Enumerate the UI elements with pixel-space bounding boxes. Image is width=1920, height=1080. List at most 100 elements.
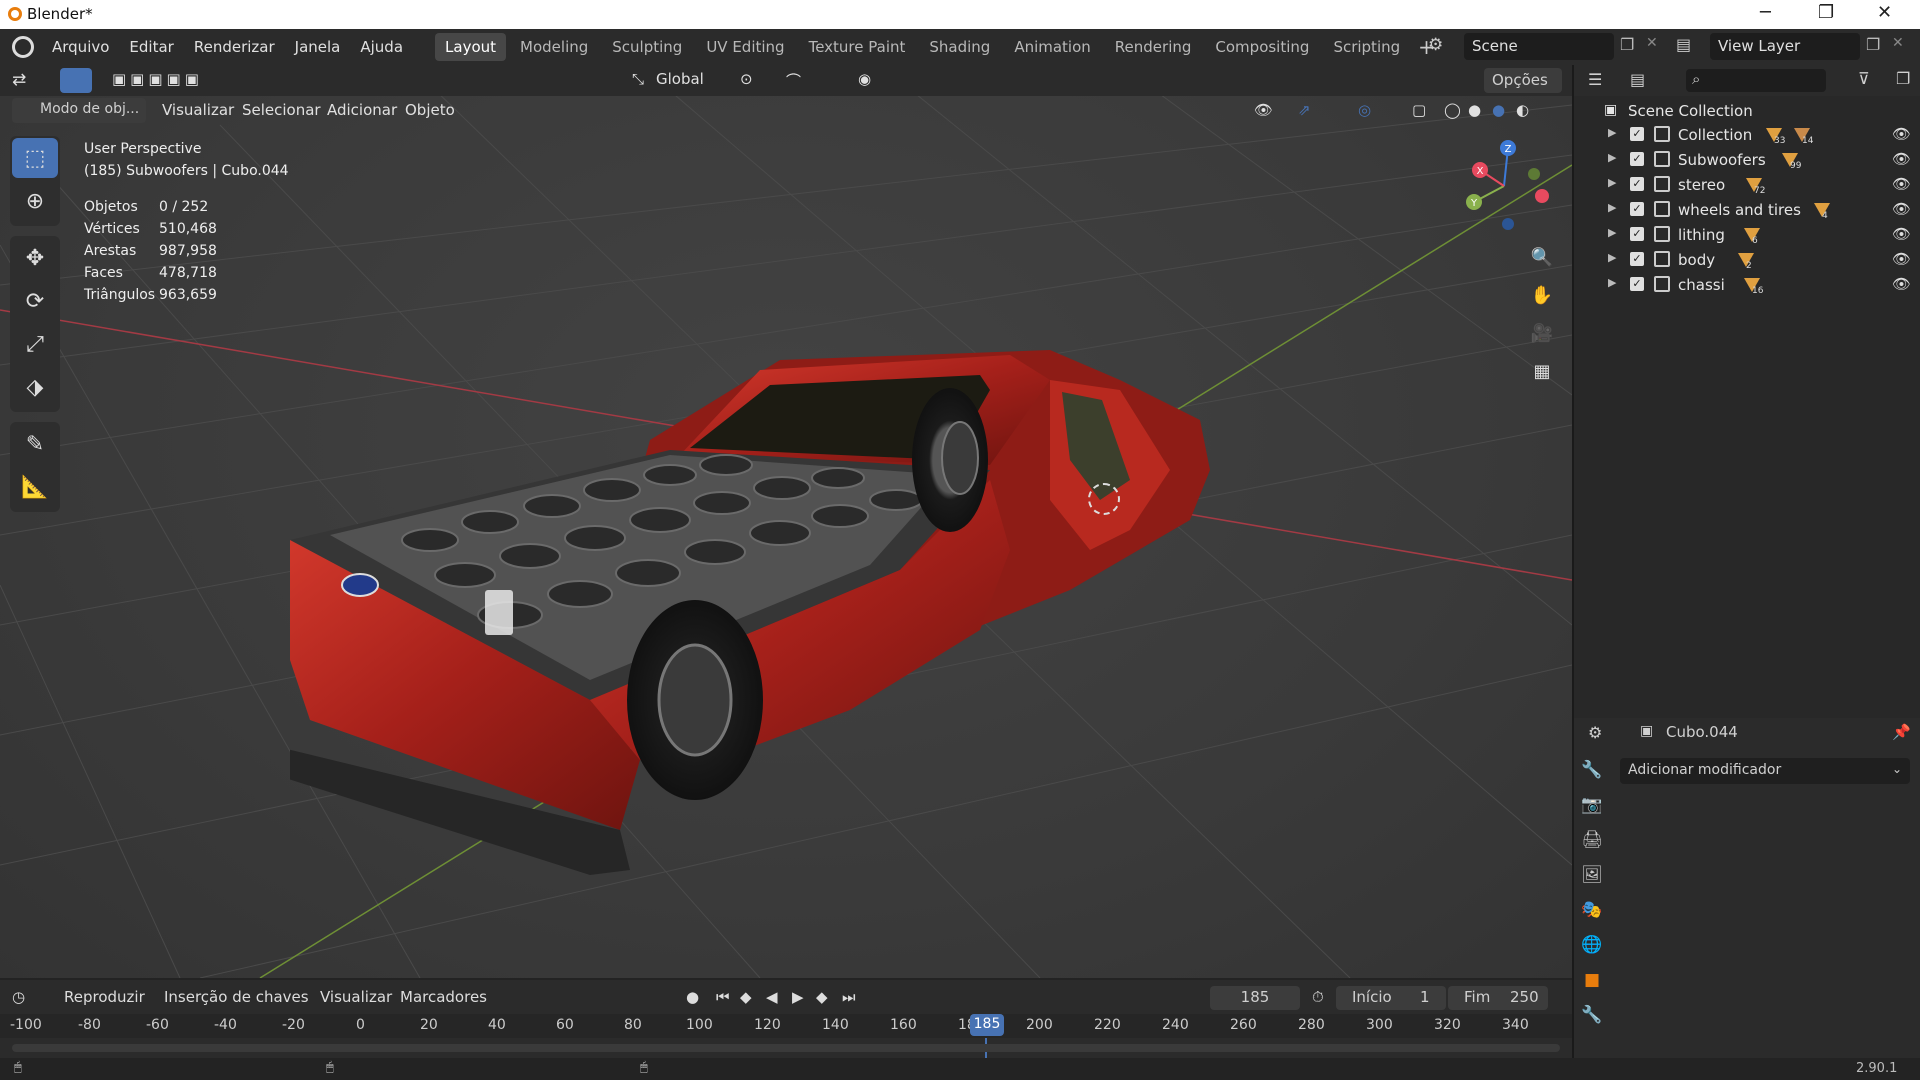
prev-keyframe-icon[interactable]: ◆ [740,988,752,1006]
pin-icon[interactable]: 📌 [1892,723,1911,741]
menu-adicionar[interactable]: Adicionar [327,101,397,119]
outliner-item-collection[interactable]: ▶ ✓ Collection 33 14 👁 [1574,124,1920,148]
tab-shading[interactable]: Shading [919,33,1000,61]
new-scene-icon[interactable]: ❐ [1620,35,1634,54]
collection-checkbox[interactable]: ✓ [1630,177,1644,191]
outliner-item-wheels-and-tires[interactable]: ▶ ✓ wheels and tires 4 👁 [1574,199,1920,223]
menu-reproduzir[interactable]: Reproduzir [64,988,145,1006]
visibility-eye-icon[interactable]: 👁 [1892,250,1911,268]
outliner-item-subwoofers[interactable]: ▶ ✓ Subwoofers 99 👁 [1574,149,1920,173]
preview-range-icon[interactable]: ⏱ [1312,988,1324,1006]
rendered-shading-icon[interactable]: ◐ [1516,101,1529,119]
menu-objeto[interactable]: Objeto [405,101,455,119]
camera-view-icon[interactable]: 🎥 [1525,316,1559,350]
menu-janela[interactable]: Janela [285,38,351,56]
visibility-eye-icon[interactable]: 👁 [1892,125,1911,143]
measure-tool-icon[interactable]: 📐 [12,467,58,507]
add-modifier-dropdown[interactable]: Adicionar modificador ⌄ [1620,758,1910,784]
output-settings-icon[interactable]: 🖨 [1577,825,1607,855]
select-box-tool-button[interactable] [60,68,92,93]
visibility-eye-icon[interactable]: 👁 [1892,175,1911,193]
jump-end-icon[interactable]: ⏭ [842,988,856,1006]
annotate-tool-icon[interactable]: ✎ [12,424,58,464]
scene-collection-row[interactable]: ▣ Scene Collection [1574,100,1920,124]
xray-icon[interactable]: ▢ [1412,101,1426,119]
outliner-item-chassi[interactable]: ▶ ✓ chassi 16 👁 [1574,274,1920,298]
select-tool-icon[interactable]: ⬚ [12,138,58,178]
visibility-icon[interactable]: 👁 [1254,101,1273,119]
editor-type-icon[interactable]: ⇄ [12,70,26,90]
new-collection-icon[interactable]: ❐ [1896,69,1910,88]
expand-arrow-icon[interactable]: ▶ [1608,176,1616,189]
tab-sculpting[interactable]: Sculpting [602,33,692,61]
tab-rendering[interactable]: Rendering [1105,33,1202,61]
collection-checkbox[interactable]: ✓ [1630,152,1644,166]
outliner-item-lithing[interactable]: ▶ ✓ lithing 6 👁 [1574,224,1920,248]
pan-hand-icon[interactable]: ✋ [1525,278,1559,312]
expand-arrow-icon[interactable]: ▶ [1608,226,1616,239]
expand-arrow-icon[interactable]: ▶ [1608,276,1616,289]
menu-visualizar-timeline[interactable]: Visualizar [320,988,392,1006]
blender-menu-icon[interactable] [12,36,34,58]
visibility-eye-icon[interactable]: 👁 [1892,150,1911,168]
proportional-edit-icon[interactable]: ◉ [858,70,871,88]
play-reverse-icon[interactable]: ◀ [766,988,778,1006]
menu-marcadores[interactable]: Marcadores [400,988,487,1006]
collection-checkbox[interactable]: ✓ [1630,277,1644,291]
tab-modeling[interactable]: Modeling [510,33,598,61]
transform-tool-icon[interactable]: ⬗ [12,367,58,407]
render-settings-icon[interactable]: 📷 [1577,790,1607,820]
tool-settings-icon[interactable]: 🔧 [1577,755,1607,785]
menu-visualizar[interactable]: Visualizar [162,101,234,119]
snap-icon[interactable]: ⌒ [786,70,801,91]
visibility-eye-icon[interactable]: 👁 [1892,275,1911,293]
properties-editor-icon[interactable]: ⚙ [1588,723,1602,742]
next-keyframe-icon[interactable]: ◆ [816,988,828,1006]
menu-renderizar[interactable]: Renderizar [184,38,285,56]
menu-ajuda[interactable]: Ajuda [350,38,413,56]
timeline-editor-icon[interactable]: ◷ [12,988,25,1006]
collection-checkbox[interactable]: ✓ [1630,127,1644,141]
outliner-item-body[interactable]: ▶ ✓ body 2 👁 [1574,249,1920,273]
gizmo-toggle-icon[interactable]: ⇗ [1298,101,1311,119]
rotate-tool-icon[interactable]: ⟳ [12,281,58,321]
transform-orientation-dropdown[interactable]: Global [656,70,704,88]
move-tool-icon[interactable]: ✥ [12,238,58,278]
display-mode-icon[interactable]: ▤ [1630,70,1645,89]
wireframe-shading-icon[interactable]: ◯ [1444,101,1461,119]
timeline-scrollbar[interactable] [12,1044,1560,1052]
expand-arrow-icon[interactable]: ▶ [1608,151,1616,164]
record-icon[interactable]: ● [686,988,699,1006]
tab-layout[interactable]: Layout [435,33,507,61]
menu-selecionar[interactable]: Selecionar [242,101,321,119]
view-layer-tab-icon[interactable]: 🖼 [1577,860,1607,890]
scale-tool-icon[interactable]: ⤢ [12,324,58,364]
current-frame-field[interactable]: 185 [1210,986,1300,1010]
collection-checkbox[interactable]: ✓ [1630,252,1644,266]
playhead[interactable]: 185 [970,1014,1004,1036]
options-dropdown[interactable]: Opções [1484,68,1562,93]
expand-arrow-icon[interactable]: ▶ [1608,126,1616,139]
outliner-search-input[interactable]: ⌕ [1686,69,1826,92]
new-view-layer-icon[interactable]: ❐ [1866,35,1880,54]
delete-scene-icon[interactable]: ✕ [1646,35,1658,51]
play-icon[interactable]: ▶ [792,988,804,1006]
collection-checkbox[interactable]: ✓ [1630,227,1644,241]
material-shading-icon[interactable]: ● [1492,101,1505,119]
timeline-ruler[interactable]: -100 -80 -60 -40 -20 0 20 40 60 80 100 1… [0,1014,1572,1038]
tab-uv-editing[interactable]: UV Editing [696,33,794,61]
3d-cursor-icon[interactable] [1088,483,1120,515]
outliner-editor-icon[interactable]: ☰ [1588,70,1602,89]
visibility-eye-icon[interactable]: 👁 [1892,225,1911,243]
expand-arrow-icon[interactable]: ▶ [1608,201,1616,214]
view-layer-field[interactable]: View Layer [1710,33,1860,60]
cursor-tool-icon[interactable]: ⊕ [12,181,58,221]
view-layer-icon[interactable]: ▤ [1676,35,1691,54]
tab-animation[interactable]: Animation [1004,33,1100,61]
select-mode-icons[interactable]: ▣▣▣▣▣ [112,70,203,88]
mode-dropdown[interactable]: Modo de obj... [12,98,146,123]
close-button[interactable]: ✕ [1877,2,1892,23]
zoom-icon[interactable]: 🔍 [1525,240,1559,274]
scene-selector-icon[interactable]: ⚙ [1428,35,1443,55]
tab-texture-paint[interactable]: Texture Paint [799,33,916,61]
